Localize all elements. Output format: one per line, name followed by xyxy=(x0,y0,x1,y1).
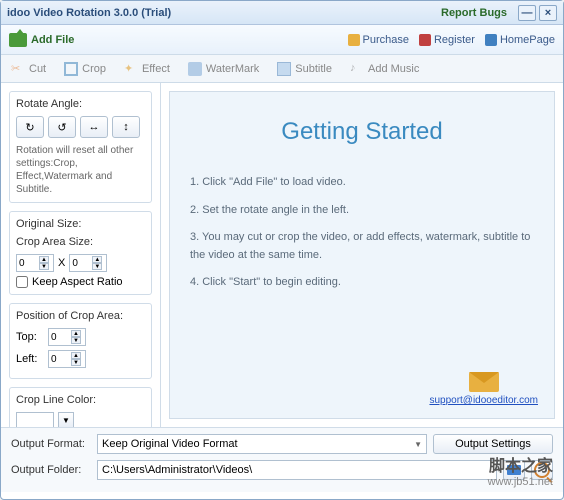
tab-add-music[interactable]: ♪Add Music xyxy=(350,62,419,76)
original-size-label: Original Size: xyxy=(16,218,145,230)
top-label: Top: xyxy=(16,331,44,343)
getting-started-steps: 1. Click "Add File" to load video. 2. Se… xyxy=(190,174,534,292)
top-field: Top: ▲▼ xyxy=(16,328,145,346)
sparkle-icon: ✦ xyxy=(124,62,138,76)
flip-vertical-button[interactable]: ↕ xyxy=(112,116,140,138)
crop-width-spinner[interactable]: ▲▼ xyxy=(16,254,54,272)
homepage-link[interactable]: HomePage xyxy=(485,34,555,46)
color-dropdown-button[interactable]: ▼ xyxy=(58,412,74,428)
app-window: idoo Video Rotation 3.0.0 (Trial) Report… xyxy=(0,0,564,500)
crop-position-group: Position of Crop Area: Top: ▲▼ Left: ▲▼ xyxy=(9,303,152,379)
chevron-down-icon[interactable]: ▼ xyxy=(414,440,422,449)
music-icon: ♪ xyxy=(350,62,364,76)
keep-aspect-checkbox[interactable]: Keep Aspect Ratio xyxy=(16,276,145,288)
output-folder-row: Output Folder: xyxy=(11,460,553,480)
tab-cut[interactable]: ✂Cut xyxy=(11,62,46,76)
getting-started-panel: Getting Started 1. Click "Add File" to l… xyxy=(169,91,555,419)
top-input[interactable] xyxy=(51,332,71,343)
rotate-group: Rotate Angle: ↻ ↺ ↔ ↕ Rotation will rese… xyxy=(9,91,152,203)
report-bugs-link[interactable]: Report Bugs xyxy=(441,7,507,19)
header-links: Purchase Register HomePage xyxy=(348,34,556,46)
tab-watermark[interactable]: WaterMark xyxy=(188,62,259,76)
crop-height-spinner[interactable]: ▲▼ xyxy=(69,254,107,272)
minimize-button[interactable]: — xyxy=(518,5,536,21)
tab-effect[interactable]: ✦Effect xyxy=(124,62,170,76)
watermark-url: www.jb51.net xyxy=(488,476,553,488)
output-folder-input-wrap xyxy=(97,460,497,480)
film-icon xyxy=(277,62,291,76)
close-button[interactable]: × xyxy=(539,5,557,21)
watermark-cn: 脚本之家 xyxy=(488,452,553,476)
titlebar: idoo Video Rotation 3.0.0 (Trial) Report… xyxy=(1,1,563,25)
crop-icon xyxy=(64,62,78,76)
step-1: 1. Click "Add File" to load video. xyxy=(190,174,534,192)
crop-area-size-label: Crop Area Size: xyxy=(16,236,145,248)
crop-height-input[interactable] xyxy=(72,258,92,269)
envelope-icon xyxy=(469,372,499,392)
support-block: support@idooeditor.com xyxy=(429,372,538,406)
home-icon xyxy=(485,34,497,46)
up-icon[interactable]: ▲ xyxy=(71,352,81,359)
up-icon[interactable]: ▲ xyxy=(92,256,102,263)
up-icon[interactable]: ▲ xyxy=(39,256,49,263)
add-file-icon xyxy=(9,33,27,47)
step-3: 3. You may cut or crop the video, or add… xyxy=(190,229,534,264)
tab-toolbar: ✂Cut Crop ✦Effect WaterMark Subtitle ♪Ad… xyxy=(1,55,563,83)
left-spinner[interactable]: ▲▼ xyxy=(48,350,86,368)
crop-size-group: Original Size: Crop Area Size: ▲▼ X ▲▼ K… xyxy=(9,211,152,295)
color-picker-row: ▼ xyxy=(16,412,145,428)
color-swatch[interactable] xyxy=(16,412,54,428)
scissors-icon: ✂ xyxy=(11,62,25,76)
flip-horizontal-button[interactable]: ↔ xyxy=(80,116,108,138)
left-field: Left: ▲▼ xyxy=(16,350,145,368)
sidebar: Rotate Angle: ↻ ↺ ↔ ↕ Rotation will rese… xyxy=(1,83,161,427)
output-folder-label: Output Folder: xyxy=(11,464,91,476)
key-icon xyxy=(419,34,431,46)
down-icon[interactable]: ▼ xyxy=(39,263,49,270)
rotate-angle-label: Rotate Angle: xyxy=(16,98,145,110)
purchase-link[interactable]: Purchase xyxy=(348,34,409,46)
rotate-buttons: ↻ ↺ ↔ ↕ xyxy=(16,116,145,138)
rotate-note: Rotation will reset all other settings:C… xyxy=(16,144,145,196)
crop-width-input[interactable] xyxy=(19,258,39,269)
support-email-link[interactable]: support@idooeditor.com xyxy=(429,395,538,406)
crop-size-fields: ▲▼ X ▲▼ xyxy=(16,254,145,272)
output-format-select[interactable]: Keep Original Video Format ▼ xyxy=(97,434,427,454)
tab-crop[interactable]: Crop xyxy=(64,62,106,76)
add-file-label: Add File xyxy=(31,34,74,46)
add-file-button[interactable]: Add File xyxy=(9,33,74,47)
down-icon[interactable]: ▼ xyxy=(71,359,81,366)
primary-toolbar: Add File Purchase Register HomePage xyxy=(1,25,563,55)
crop-line-color-label: Crop Line Color: xyxy=(16,394,145,406)
output-format-label: Output Format: xyxy=(11,438,91,450)
tab-subtitle[interactable]: Subtitle xyxy=(277,62,332,76)
down-icon[interactable]: ▼ xyxy=(92,263,102,270)
position-label: Position of Crop Area: xyxy=(16,310,145,322)
down-icon[interactable]: ▼ xyxy=(71,337,81,344)
step-4: 4. Click "Start" to begin editing. xyxy=(190,274,534,292)
output-format-value: Keep Original Video Format xyxy=(102,438,238,450)
keep-aspect-input[interactable] xyxy=(16,276,28,288)
output-folder-input[interactable] xyxy=(102,464,492,476)
top-spinner[interactable]: ▲▼ xyxy=(48,328,86,346)
window-title: idoo Video Rotation 3.0.0 (Trial) xyxy=(7,7,441,19)
step-2: 2. Set the rotate angle in the left. xyxy=(190,202,534,220)
up-icon[interactable]: ▲ xyxy=(71,330,81,337)
output-settings-button[interactable]: Output Settings xyxy=(433,434,553,454)
left-input[interactable] xyxy=(51,354,71,365)
getting-started-heading: Getting Started xyxy=(190,118,534,146)
preview-pane: Getting Started 1. Click "Add File" to l… xyxy=(161,83,563,427)
rotate-cw-button[interactable]: ↻ xyxy=(16,116,44,138)
bottom-panel: Output Format: Keep Original Video Forma… xyxy=(1,427,563,492)
rotate-ccw-button[interactable]: ↺ xyxy=(48,116,76,138)
left-label: Left: xyxy=(16,353,44,365)
cart-icon xyxy=(348,34,360,46)
stamp-icon xyxy=(188,62,202,76)
image-watermark: 脚本之家 www.jb51.net xyxy=(488,452,553,488)
x-separator: X xyxy=(58,257,65,269)
register-link[interactable]: Register xyxy=(419,34,475,46)
output-format-row: Output Format: Keep Original Video Forma… xyxy=(11,434,553,454)
main-body: Rotate Angle: ↻ ↺ ↔ ↕ Rotation will rese… xyxy=(1,83,563,427)
